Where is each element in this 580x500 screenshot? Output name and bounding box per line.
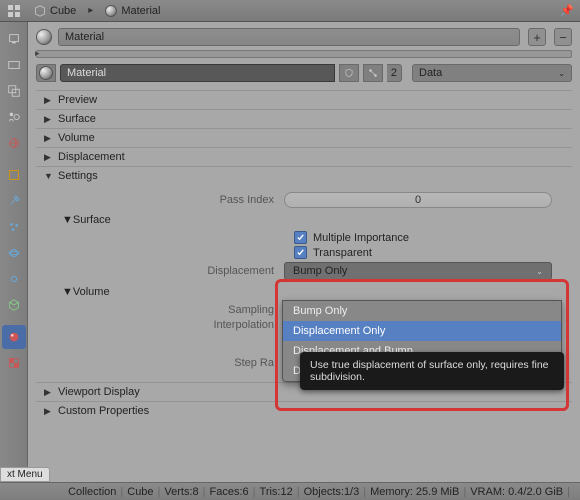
tab-object[interactable] (2, 163, 26, 187)
tab-modifiers[interactable] (2, 189, 26, 213)
step-rate-label: Step Ra (36, 357, 284, 369)
tab-texture[interactable] (2, 351, 26, 375)
cube-icon (34, 5, 46, 17)
material-preview-ball (36, 29, 52, 45)
properties-header: Cube ▸ Material 📌 (0, 0, 580, 22)
pass-index-field[interactable]: 0 (284, 192, 552, 208)
breadcrumb-material[interactable]: Material (99, 4, 166, 18)
tab-constraints[interactable] (2, 267, 26, 291)
material-link-dropdown[interactable]: Data ⌄ (412, 64, 572, 82)
material-link-label: Data (419, 67, 442, 79)
remove-material-slot-button[interactable]: − (554, 28, 572, 46)
tab-render[interactable] (2, 27, 26, 51)
tab-data[interactable] (2, 293, 26, 317)
section-displacement[interactable]: Displacement (36, 147, 572, 166)
subsection-volume[interactable]: Volume (36, 283, 572, 301)
material-browse-button[interactable] (36, 64, 56, 82)
sampling-label: Sampling (36, 304, 284, 316)
dropdown-option-bump-only[interactable]: Bump Only (283, 301, 561, 321)
node-button[interactable] (363, 64, 383, 82)
breadcrumb-object-label: Cube (50, 5, 76, 17)
section-settings[interactable]: Settings (36, 166, 572, 185)
status-tris: Tris:12 (260, 486, 293, 498)
section-surface[interactable]: Surface (36, 109, 572, 128)
status-bar: Collection| Cube| Verts:8| Faces:6| Tris… (0, 482, 580, 500)
breadcrumb-object[interactable]: Cube (28, 4, 82, 18)
material-ball-icon (105, 5, 117, 17)
tab-particles[interactable] (2, 215, 26, 239)
dropdown-option-displacement-only[interactable]: Displacement Only (283, 321, 561, 341)
tab-world[interactable] (2, 131, 26, 155)
status-object: Cube (127, 486, 153, 498)
status-objects: Objects:1/3 (304, 486, 360, 498)
pin-icon[interactable]: 📌 (560, 4, 574, 17)
chevron-down-icon: ⌄ (558, 69, 565, 78)
breadcrumb-separator: ▸ (88, 5, 93, 16)
add-material-slot-button[interactable]: + (528, 28, 546, 46)
displacement-method-current: Bump Only (293, 265, 347, 277)
material-ball-icon (39, 66, 53, 80)
tab-view-layer[interactable] (2, 79, 26, 103)
status-verts: Verts:8 (164, 486, 198, 498)
section-preview[interactable]: Preview (36, 90, 572, 109)
tab-scene[interactable] (2, 105, 26, 129)
transparent-shadows-checkbox[interactable] (294, 246, 307, 259)
editor-type-icon[interactable] (6, 3, 22, 19)
chevron-down-icon: ⌄ (536, 267, 543, 276)
material-panel: Material + − Material 2 Data ⌄ Preview S… (28, 22, 580, 482)
tooltip: Use true displacement of surface only, r… (300, 352, 564, 390)
subsection-surface[interactable]: Surface (36, 211, 572, 229)
interpolation-label: Interpolation (36, 319, 284, 331)
material-slot-name[interactable]: Material (58, 28, 520, 46)
status-memory: Memory: 25.9 MiB (370, 486, 459, 498)
section-custom-properties[interactable]: Custom Properties (36, 401, 572, 420)
transparent-shadows-label: Transparent Shadows (313, 247, 373, 259)
fake-user-button[interactable] (339, 64, 359, 82)
tab-material[interactable] (2, 325, 26, 349)
tab-physics[interactable] (2, 241, 26, 265)
pass-index-label: Pass Index (36, 194, 284, 206)
status-faces: Faces:6 (210, 486, 249, 498)
multiple-importance-label: Multiple Importance (313, 232, 409, 244)
multiple-importance-checkbox[interactable] (294, 231, 307, 244)
status-collection: Collection (68, 486, 116, 498)
properties-tabs (0, 22, 28, 482)
material-slot-list[interactable] (36, 50, 572, 58)
displacement-method-dropdown[interactable]: Bump Only ⌄ (284, 262, 552, 280)
status-vram: VRAM: 0.4/2.0 GiB (470, 486, 563, 498)
section-volume[interactable]: Volume (36, 128, 572, 147)
displacement-method-label: Displacement (36, 265, 284, 277)
breadcrumb-material-label: Material (121, 5, 160, 17)
material-users[interactable]: 2 (387, 64, 402, 82)
context-menu-hint: xt Menu (0, 467, 50, 482)
tab-output[interactable] (2, 53, 26, 77)
material-name-field[interactable]: Material (60, 64, 335, 82)
